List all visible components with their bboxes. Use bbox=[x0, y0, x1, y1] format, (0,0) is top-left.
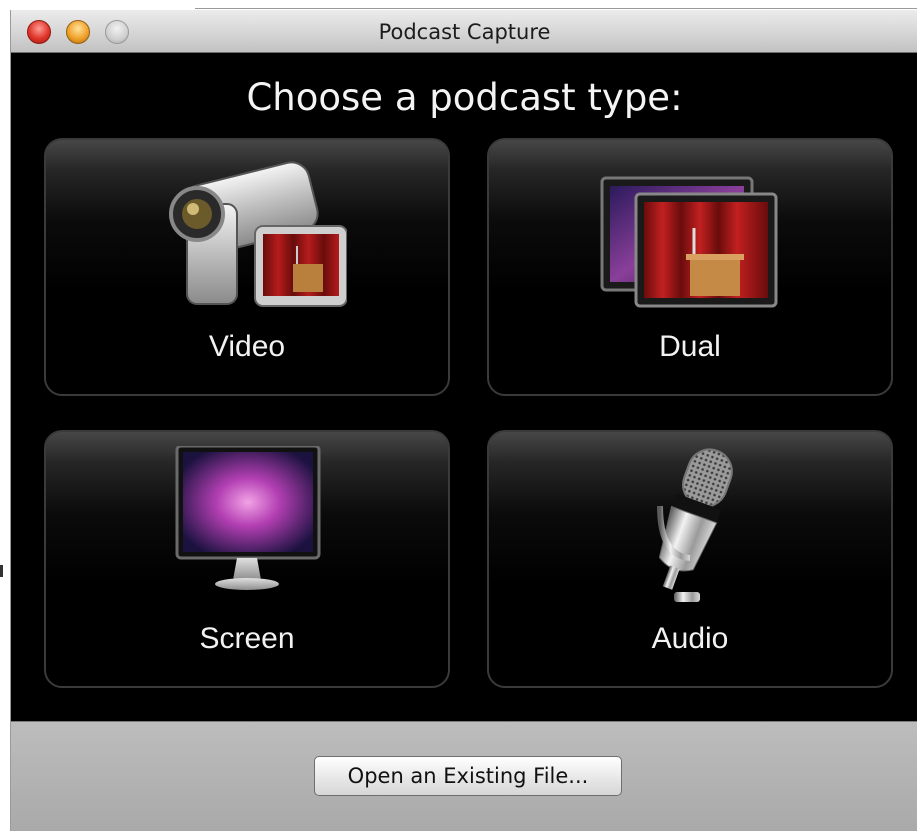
desktop-edge-mark bbox=[0, 565, 3, 577]
podcast-type-video-button[interactable]: Video bbox=[44, 138, 450, 396]
microphone-icon bbox=[489, 446, 891, 606]
footer-bar: Open an Existing File... bbox=[11, 721, 917, 831]
podcast-type-label: Dual bbox=[659, 330, 721, 363]
podcast-type-label: Audio bbox=[651, 622, 729, 655]
podcast-type-label: Video bbox=[208, 330, 286, 363]
podcast-type-audio-button[interactable]: Audio bbox=[487, 430, 893, 688]
podcast-type-label: Screen bbox=[199, 622, 295, 655]
podcast-type-dual-button[interactable]: Dual bbox=[487, 138, 893, 396]
page-heading: Choose a podcast type: bbox=[246, 76, 683, 119]
desktop-edge bbox=[195, 0, 917, 9]
open-existing-file-button[interactable]: Open an Existing File... bbox=[314, 756, 622, 796]
video-camera-icon bbox=[46, 154, 448, 314]
podcast-capture-window: Podcast Capture Choose a podcast type: V… bbox=[10, 10, 917, 831]
monitor-icon bbox=[46, 446, 448, 606]
window-title: Podcast Capture bbox=[378, 20, 551, 44]
dual-screens-icon bbox=[489, 154, 891, 314]
title-bar[interactable]: Podcast Capture bbox=[11, 10, 917, 53]
podcast-type-screen-button[interactable]: Screen bbox=[44, 430, 450, 688]
